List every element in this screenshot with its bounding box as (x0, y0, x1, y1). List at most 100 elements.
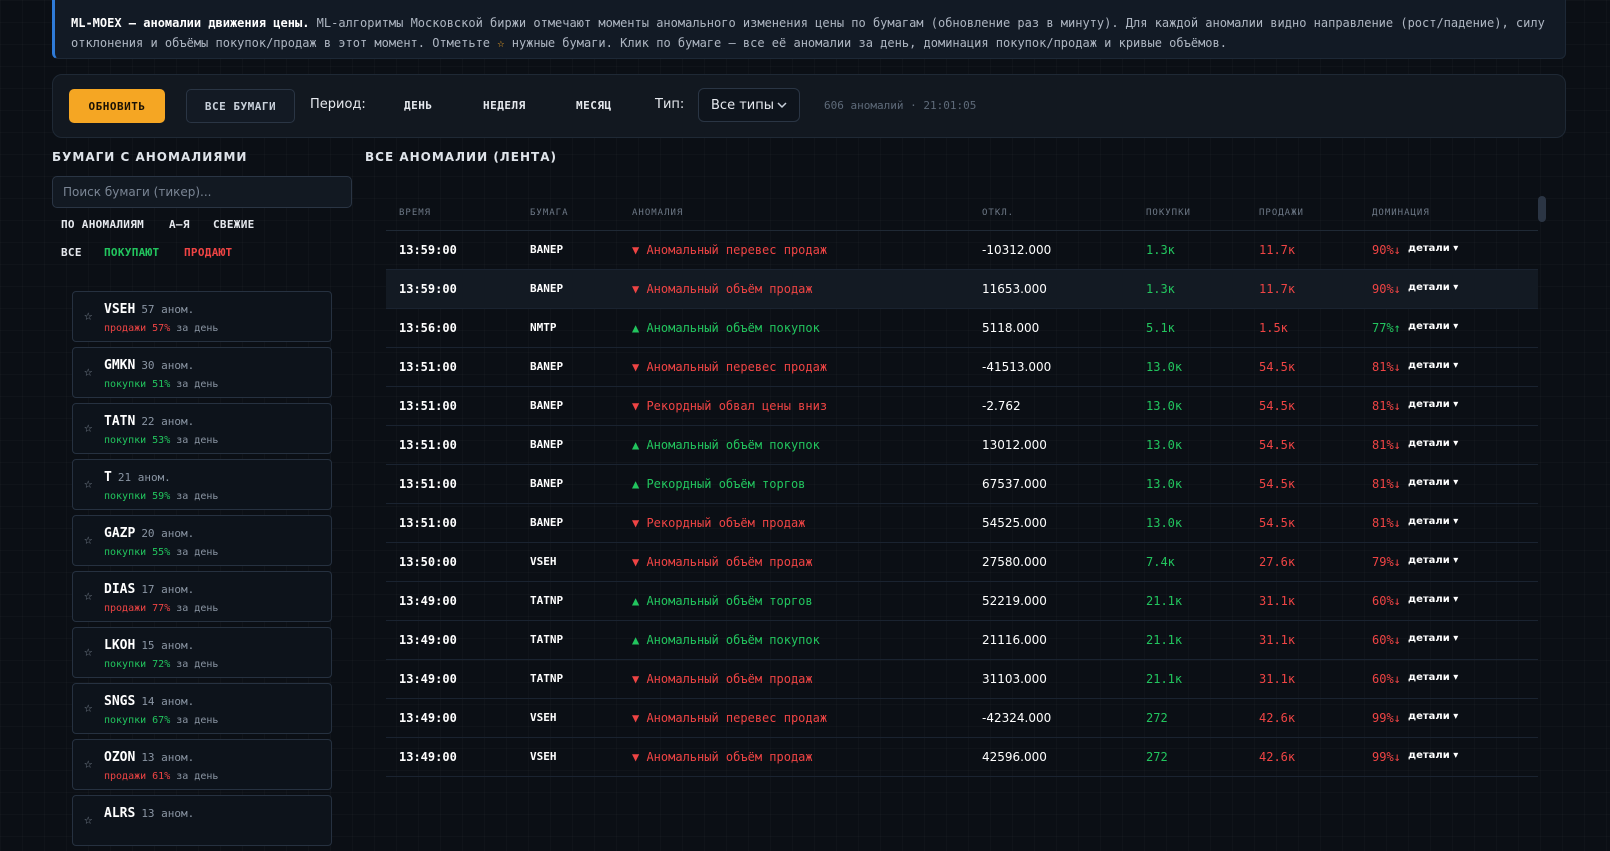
ticker-card[interactable]: ☆ TATN 22 аном. покупки 53% за день (72, 403, 332, 454)
row-security: TATNP (530, 633, 564, 646)
row-buys: 13.0к (1146, 399, 1183, 413)
table-row[interactable]: 13:50:00 VSEH ▼ Аномальный объём продаж 275… (386, 543, 1538, 582)
table-row[interactable]: 13:49:00 TATNP ▼ Аномальный объём продаж 31… (386, 660, 1538, 699)
ticker-domination: продажи 77% за день (104, 603, 219, 614)
row-time: 13:51:00 (399, 516, 457, 530)
details-button[interactable]: детали ▾ (1408, 282, 1458, 293)
row-sells: 31.1к (1259, 594, 1296, 608)
row-deviation: 54525.000 (982, 516, 1047, 530)
details-button[interactable]: детали ▾ (1408, 360, 1458, 371)
ticker-name: TATN 22 аном. (104, 414, 195, 429)
sort-fresh[interactable]: СВЕЖИЕ (213, 218, 255, 231)
details-button[interactable]: детали ▾ (1408, 711, 1458, 722)
details-button[interactable]: детали ▾ (1408, 477, 1458, 488)
row-buys: 1.3к (1146, 243, 1175, 257)
row-deviation: 67537.000 (982, 477, 1047, 491)
star-icon[interactable]: ☆ (84, 756, 92, 772)
table-row[interactable]: 13:49:00 TATNP ▲ Аномальный объём торгов 52… (386, 582, 1538, 621)
type-select[interactable]: Все типы (698, 88, 800, 122)
table-row[interactable]: 13:51:00 BANEP ▲ Рекордный объём торгов 675… (386, 465, 1538, 504)
ticker-name: OZON 13 аном. (104, 750, 195, 765)
star-icon[interactable]: ☆ (84, 420, 92, 436)
row-buys: 5.1к (1146, 321, 1175, 335)
row-sells: 11.7к (1259, 243, 1296, 257)
info-banner: ML-MOEX — аномалии движения цены. ML-алг… (52, 0, 1566, 59)
ticker-count: 57 аном. (141, 303, 195, 316)
star-icon[interactable]: ☆ (84, 476, 92, 492)
star-icon[interactable]: ☆ (84, 532, 92, 548)
col-sells: ПРОДАЖИ (1259, 208, 1304, 218)
details-button[interactable]: детали ▾ (1408, 555, 1458, 566)
star-icon[interactable]: ☆ (84, 308, 92, 324)
all-securities-button[interactable]: ВСЕ БУМАГИ (186, 89, 295, 123)
sort-alphabetical[interactable]: А–Я (169, 218, 190, 231)
row-sells: 54.5к (1259, 516, 1296, 530)
period-month-button[interactable]: МЕСЯЦ (576, 99, 612, 112)
row-time: 13:51:00 (399, 438, 457, 452)
star-icon[interactable]: ☆ (84, 812, 92, 828)
ticker-card[interactable]: ☆ SNGS 14 аном. покупки 67% за день (72, 683, 332, 734)
status-text: 606 аномалий · 21:01:05 (824, 99, 977, 112)
col-deviation: ОТКЛ. (982, 208, 1015, 218)
period-day-button[interactable]: ДЕНЬ (404, 99, 433, 112)
period-week-button[interactable]: НЕДЕЛЯ (483, 99, 526, 112)
details-button[interactable]: детали ▾ (1408, 750, 1458, 761)
refresh-button[interactable]: ОБНОВИТЬ (69, 89, 165, 123)
ticker-card[interactable]: ☆ GMKN 30 аном. покупки 51% за день (72, 347, 332, 398)
details-button[interactable]: детали ▾ (1408, 516, 1458, 527)
search-input[interactable] (52, 176, 352, 208)
row-buys: 13.0к (1146, 516, 1183, 530)
row-sells: 42.6к (1259, 711, 1296, 725)
details-button[interactable]: детали ▾ (1408, 399, 1458, 410)
row-domination: 81%↓ (1372, 438, 1401, 452)
filter-selling[interactable]: ПРОДАЮТ (184, 246, 232, 259)
row-sells: 11.7к (1259, 282, 1296, 296)
row-security: VSEH (530, 750, 557, 763)
table-row[interactable]: 13:59:00 BANEP ▼ Аномальный перевес продаж… (386, 231, 1538, 270)
ticker-count: 21 аном. (117, 471, 171, 484)
ticker-card[interactable]: ☆ LKOH 15 аном. покупки 72% за день (72, 627, 332, 678)
table-row[interactable]: 13:51:00 BANEP ▼ Аномальный перевес продаж… (386, 348, 1538, 387)
row-domination: 81%↓ (1372, 477, 1401, 491)
ticker-card[interactable]: ☆ T 21 аном. покупки 59% за день (72, 459, 332, 510)
scrollbar-thumb[interactable] (1538, 196, 1546, 222)
row-domination: 77%↑ (1372, 321, 1401, 335)
details-button[interactable]: детали ▾ (1408, 243, 1458, 254)
sort-by-anomalies[interactable]: ПО АНОМАЛИЯМ (61, 218, 144, 231)
table-row[interactable]: 13:59:00 BANEP ▼ Аномальный объём продаж 11… (386, 270, 1538, 309)
anomaly-table: ВРЕМЯ БУМАГА АНОМАЛИЯ ОТКЛ. ПОКУПКИ ПРОД… (386, 198, 1538, 777)
table-row[interactable]: 13:51:00 BANEP ▼ Рекордный обвал цены вниз… (386, 387, 1538, 426)
row-anomaly: ▼ Рекордный объём продаж (632, 516, 806, 530)
row-buys: 272 (1146, 711, 1168, 725)
table-row[interactable]: 13:49:00 VSEH ▼ Аномальный перевес продаж -… (386, 699, 1538, 738)
star-icon[interactable]: ☆ (84, 644, 92, 660)
table-row[interactable]: 13:56:00 NMTP ▲ Аномальный объём покупок 51… (386, 309, 1538, 348)
filter-buying[interactable]: ПОКУПАЮТ (104, 246, 159, 259)
row-time: 13:49:00 (399, 750, 457, 764)
ticker-card[interactable]: ☆ GAZP 20 аном. покупки 55% за день (72, 515, 332, 566)
row-security: BANEP (530, 243, 564, 256)
ticker-card[interactable]: ☆ ALRS 13 аном. (72, 795, 332, 846)
row-deviation: 5118.000 (982, 321, 1040, 335)
ticker-card[interactable]: ☆ VSEH 57 аном. продажи 57% за день (72, 291, 332, 342)
details-button[interactable]: детали ▾ (1408, 633, 1458, 644)
table-row[interactable]: 13:49:00 VSEH ▼ Аномальный объём продаж 425… (386, 738, 1538, 777)
ticker-card[interactable]: ☆ OZON 13 аном. продажи 61% за день (72, 739, 332, 790)
row-deviation: 11653.000 (982, 282, 1047, 296)
star-icon[interactable]: ☆ (84, 364, 92, 380)
details-button[interactable]: детали ▾ (1408, 438, 1458, 449)
table-row[interactable]: 13:51:00 BANEP ▲ Аномальный объём покупок 1… (386, 426, 1538, 465)
filter-all[interactable]: ВСЕ (61, 246, 82, 259)
table-row[interactable]: 13:49:00 TATNP ▲ Аномальный объём покупок 2… (386, 621, 1538, 660)
star-icon[interactable]: ☆ (84, 700, 92, 716)
details-button[interactable]: детали ▾ (1408, 321, 1458, 332)
star-icon[interactable]: ☆ (84, 588, 92, 604)
details-button[interactable]: детали ▾ (1408, 672, 1458, 683)
details-button[interactable]: детали ▾ (1408, 594, 1458, 605)
table-row[interactable]: 13:51:00 BANEP ▼ Рекордный объём продаж 545… (386, 504, 1538, 543)
col-buys: ПОКУПКИ (1146, 208, 1191, 218)
row-deviation: 31103.000 (982, 672, 1047, 686)
ticker-domination (104, 827, 110, 838)
col-time: ВРЕМЯ (399, 208, 432, 218)
ticker-card[interactable]: ☆ DIAS 17 аном. продажи 77% за день (72, 571, 332, 622)
